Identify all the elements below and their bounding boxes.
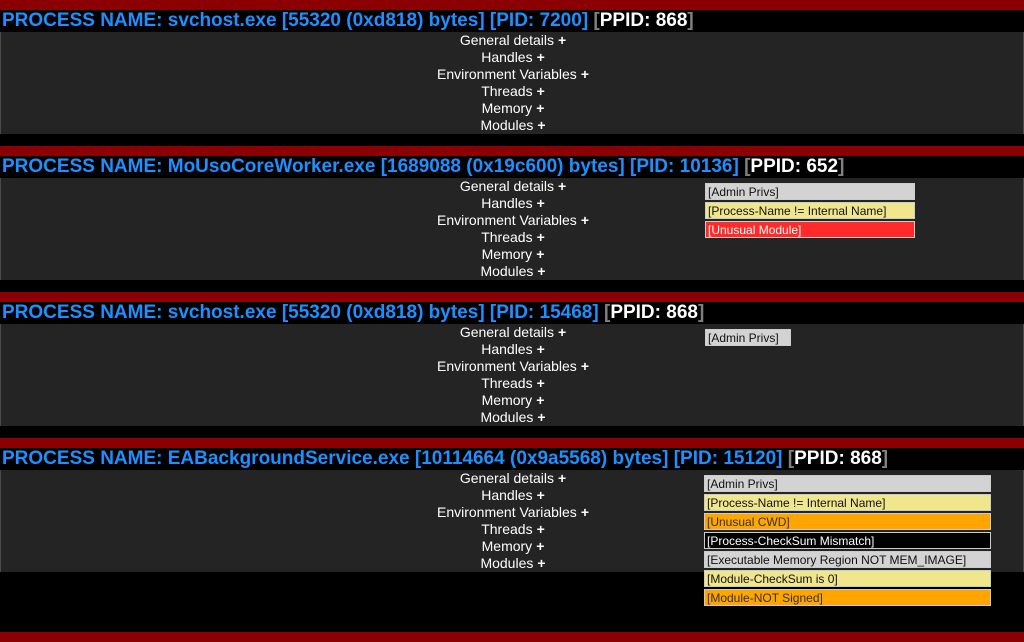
expand-icon: + <box>580 66 589 82</box>
process-header: PROCESS NAME: svchost.exe [55320 (0xd818… <box>0 302 1024 324</box>
flag-module-checksum-zero: [Module-CheckSum is 0] <box>704 570 991 587</box>
memory-toggle[interactable]: Memory + <box>1 392 1024 409</box>
general-details-toggle[interactable]: General details + <box>1 32 1024 49</box>
memory-toggle[interactable]: Memory + <box>1 100 1024 117</box>
separator-bar <box>0 438 1024 448</box>
flag-list: [Admin Privs] <box>705 329 791 348</box>
flag-unusual-module: [Unusual Module] <box>705 221 915 238</box>
expand-icon: + <box>536 341 545 357</box>
expand-icon: + <box>536 246 545 262</box>
process-title: PROCESS NAME: svchost.exe [55320 (0xd818… <box>2 10 589 31</box>
separator-bar <box>0 146 1024 156</box>
expand-icon: + <box>557 470 567 486</box>
environment-variables-toggle[interactable]: Environment Variables + <box>1 358 1024 375</box>
ppid-label: PPID: 868 <box>610 302 698 323</box>
expand-icon: + <box>536 229 545 245</box>
expand-icon: + <box>537 263 546 279</box>
separator-bar <box>0 0 1024 10</box>
expand-icon: + <box>536 538 545 554</box>
flag-checksum-mismatch: [Process-CheckSum Mismatch] <box>704 532 991 549</box>
expand-icon: + <box>580 212 589 228</box>
process-title: PROCESS NAME: EABackgroundService.exe [1… <box>2 448 783 469</box>
expand-icon: + <box>536 100 545 116</box>
flag-admin-privs: [Admin Privs] <box>705 183 915 200</box>
threads-toggle[interactable]: Threads + <box>1 83 1024 100</box>
expand-icon: + <box>536 392 545 408</box>
expand-icon: + <box>580 504 589 520</box>
environment-variables-toggle[interactable]: Environment Variables + <box>1 66 1024 83</box>
process-header: PROCESS NAME: svchost.exe [55320 (0xd818… <box>0 10 1024 32</box>
flag-admin-privs: [Admin Privs] <box>704 475 991 492</box>
process-panel: General details + Handles + Environment Va… <box>0 178 1024 280</box>
ppid-label: PPID: 652 <box>750 156 839 177</box>
process-header: PROCESS NAME: MoUsoCoreWorker.exe [16890… <box>0 156 1024 178</box>
expand-icon: + <box>557 178 567 194</box>
threads-toggle[interactable]: Threads + <box>1 375 1024 392</box>
flag-list: [Admin Privs] [Process-Name != Internal … <box>705 183 915 240</box>
ppid-label: PPID: 868 <box>599 10 688 31</box>
modules-toggle[interactable]: Modules + <box>1 409 1024 426</box>
expand-icon: + <box>537 409 546 425</box>
flag-list: [Admin Privs] [Process-Name != Internal … <box>704 475 991 608</box>
handles-toggle[interactable]: Handles + <box>1 341 1024 358</box>
modules-toggle[interactable]: Modules + <box>1 263 1024 280</box>
flag-module-not-signed: [Module-NOT Signed] <box>704 589 991 606</box>
ppid-label: PPID: 868 <box>794 448 882 469</box>
separator-bar <box>0 632 1024 642</box>
flag-name-mismatch: [Process-Name != Internal Name] <box>704 494 991 511</box>
expand-icon: + <box>557 324 567 340</box>
process-panel: General details + Handles + Environment Va… <box>0 324 1024 426</box>
process-title: PROCESS NAME: MoUsoCoreWorker.exe [16890… <box>2 156 739 177</box>
memory-toggle[interactable]: Memory + <box>1 246 1024 263</box>
expand-icon: + <box>536 83 545 99</box>
handles-toggle[interactable]: Handles + <box>1 49 1024 66</box>
expand-icon: + <box>557 32 567 48</box>
expand-icon: + <box>536 49 545 65</box>
flag-admin-privs: [Admin Privs] <box>705 329 791 346</box>
expand-icon: + <box>537 555 546 571</box>
expand-icon: + <box>536 195 545 211</box>
expand-icon: + <box>536 375 545 391</box>
expand-icon: + <box>580 358 589 374</box>
flag-name-mismatch: [Process-Name != Internal Name] <box>705 202 915 219</box>
flag-exec-memory-region: [Executable Memory Region NOT MEM_IMAGE] <box>704 551 991 568</box>
section-menu: General details + Handles + Environment Va… <box>1 324 1024 426</box>
expand-icon: + <box>537 117 546 133</box>
process-header: PROCESS NAME: EABackgroundService.exe [1… <box>0 448 1024 470</box>
process-title: PROCESS NAME: svchost.exe [55320 (0xd818… <box>2 302 599 323</box>
modules-toggle[interactable]: Modules + <box>1 117 1024 134</box>
expand-icon: + <box>536 521 545 537</box>
process-panel: General details + Handles + Environment Va… <box>0 32 1024 134</box>
expand-icon: + <box>536 487 545 503</box>
separator-bar <box>0 292 1024 302</box>
flag-unusual-cwd: [Unusual CWD] <box>704 513 991 530</box>
general-details-toggle[interactable]: General details + <box>1 324 1024 341</box>
section-menu: General details + Handles + Environment Va… <box>1 32 1024 134</box>
